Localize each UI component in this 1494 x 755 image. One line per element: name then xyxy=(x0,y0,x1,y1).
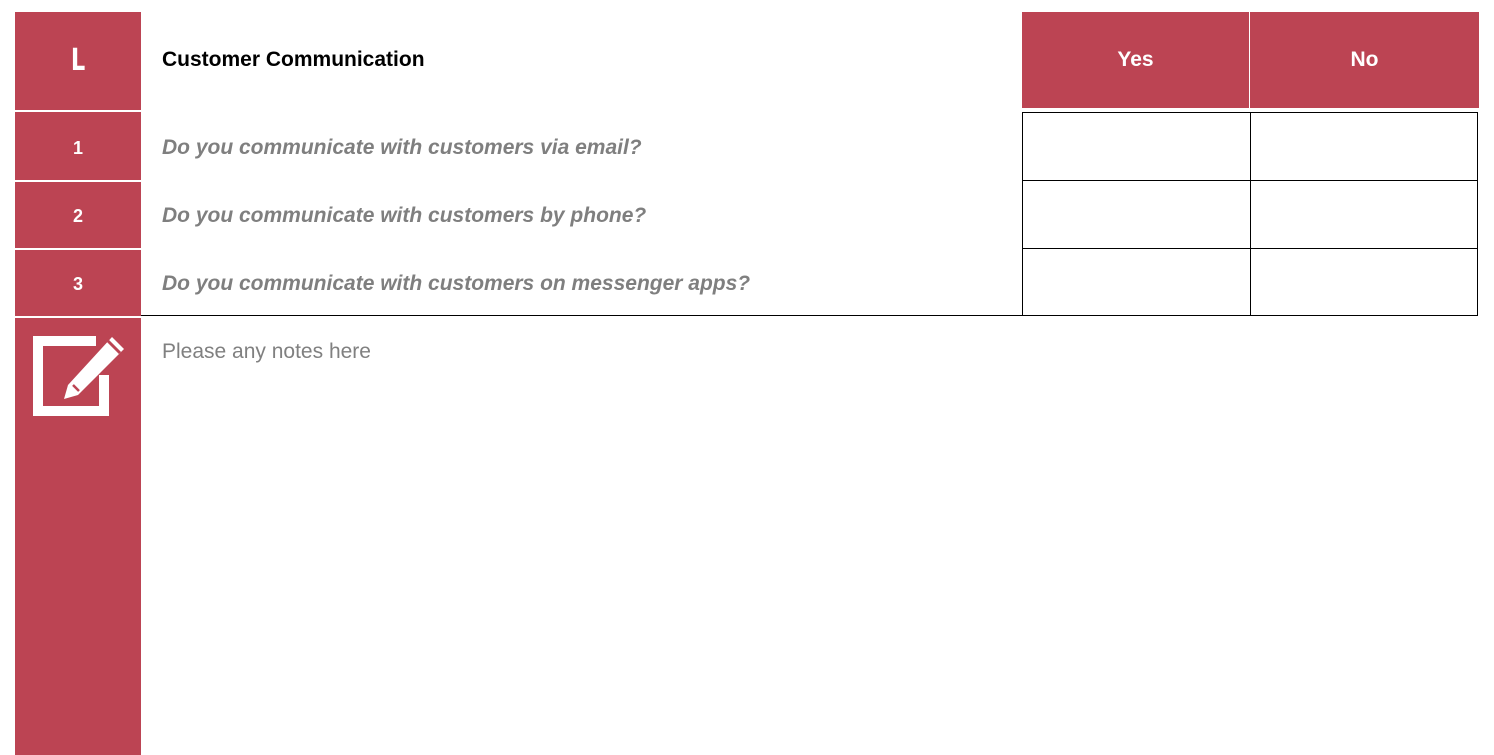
answer-no-2[interactable] xyxy=(1251,181,1477,247)
edit-note-icon xyxy=(33,336,124,416)
question-text-2: Do you communicate with customers by pho… xyxy=(162,204,647,227)
question-number-1: 1 xyxy=(72,137,83,158)
row-divider xyxy=(15,180,141,182)
no-column-header: No xyxy=(1250,12,1479,108)
question-text-3: Do you communicate with customers on mes… xyxy=(162,272,751,295)
row-divider xyxy=(15,248,141,250)
answer-grid xyxy=(1022,112,1478,316)
notes-field[interactable]: Please any notes here xyxy=(162,340,371,364)
question-number-2: 2 xyxy=(72,205,83,226)
table-bottom-border xyxy=(141,315,1023,316)
section-title: Customer Communication xyxy=(162,48,425,71)
section-letter: L xyxy=(70,42,86,78)
yes-column-header: Yes xyxy=(1022,12,1249,108)
answer-no-3[interactable] xyxy=(1251,249,1477,315)
answer-no-1[interactable] xyxy=(1251,113,1477,179)
answer-yes-3[interactable] xyxy=(1023,249,1250,315)
answer-yes-2[interactable] xyxy=(1023,181,1250,247)
question-number-3: 3 xyxy=(72,273,83,294)
question-text-1: Do you communicate with customers via em… xyxy=(162,136,642,159)
row-divider xyxy=(15,316,141,318)
row-divider xyxy=(15,110,141,112)
answer-yes-1[interactable] xyxy=(1023,113,1250,179)
